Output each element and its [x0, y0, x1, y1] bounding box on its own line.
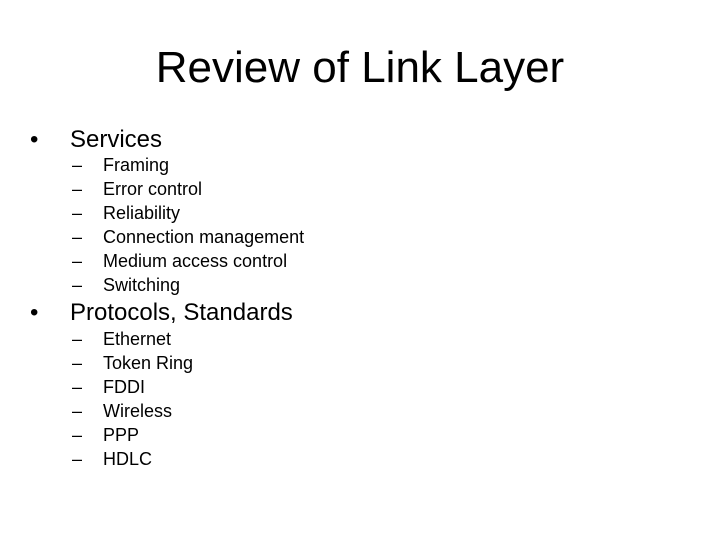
- list-item-text: Ethernet: [103, 329, 172, 349]
- list-item: – HDLC: [72, 447, 193, 471]
- dash-icon: –: [72, 449, 83, 469]
- bullet-icon: •: [30, 299, 39, 326]
- list-item-text: Switching: [103, 275, 181, 295]
- slide-title: Review of Link Layer: [155, 43, 565, 92]
- dash-icon: –: [72, 155, 83, 175]
- list-item-text: Error control: [103, 179, 203, 199]
- list-item-text: Token Ring: [103, 353, 194, 373]
- section-heading-text: Protocols, Standards: [70, 299, 293, 326]
- dash-icon: –: [72, 425, 83, 445]
- dash-icon: –: [72, 353, 83, 373]
- dash-icon: –: [72, 179, 83, 199]
- list-item: – Switching: [72, 273, 304, 297]
- list-item: – Framing: [72, 153, 304, 177]
- protocols-list: – Ethernet – Token Ring – FDDI – Wireless – P…: [72, 327, 193, 471]
- list-item: – PPP: [72, 423, 193, 447]
- services-list: – Framing – Error control – Reliability – Co…: [72, 153, 304, 297]
- list-item: – Wireless: [72, 399, 193, 423]
- list-item-text: HDLC: [103, 449, 153, 469]
- list-item-text: Framing: [103, 155, 170, 175]
- list-item-text: Wireless: [103, 401, 173, 421]
- dash-icon: –: [72, 401, 83, 421]
- slide: Review of Link Layer • Services – Framing…: [0, 0, 720, 540]
- dash-icon: –: [72, 227, 83, 247]
- list-item: – FDDI: [72, 375, 193, 399]
- dash-icon: –: [72, 251, 83, 271]
- section-heading-services: • Services: [30, 126, 162, 154]
- list-item-text: FDDI: [103, 377, 145, 397]
- list-item: – Medium access control: [72, 249, 304, 273]
- dash-icon: –: [72, 377, 83, 397]
- list-item: – Error control: [72, 177, 304, 201]
- dash-icon: –: [72, 203, 83, 223]
- list-item: – Ethernet: [72, 327, 193, 351]
- list-item: – Token Ring: [72, 351, 193, 375]
- section-heading-text: Services: [70, 126, 163, 153]
- list-item: – Connection management: [72, 225, 304, 249]
- list-item-text: PPP: [103, 425, 140, 445]
- list-item-text: Medium access control: [103, 251, 288, 271]
- dash-icon: –: [72, 275, 83, 295]
- list-item-text: Connection management: [103, 227, 305, 247]
- dash-icon: –: [72, 329, 83, 349]
- section-heading-protocols: • Protocols, Standards: [30, 299, 293, 327]
- bullet-icon: •: [30, 126, 39, 153]
- list-item: – Reliability: [72, 201, 304, 225]
- list-item-text: Reliability: [103, 203, 181, 223]
